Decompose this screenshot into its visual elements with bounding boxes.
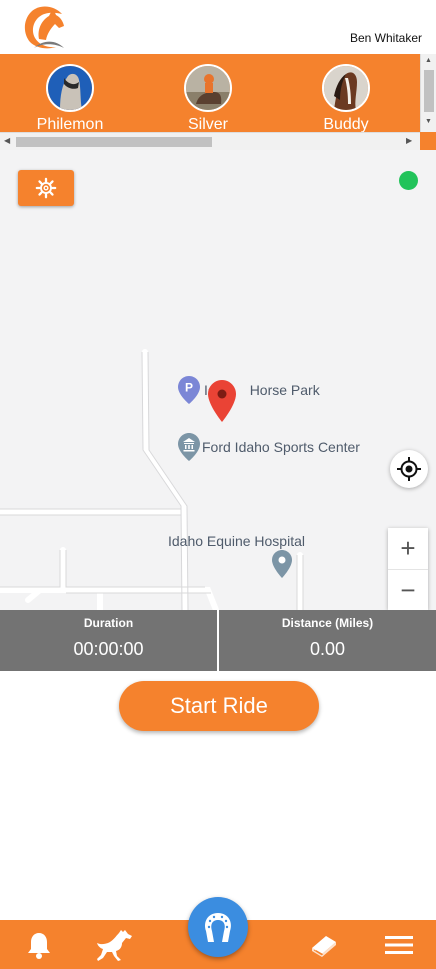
poi-idaho-equine-hospital-label[interactable]: Idaho Equine Hospital [168, 533, 305, 549]
duration-stat: Duration 00:00:00 [0, 610, 217, 671]
poi-label-suffix: Horse Park [249, 382, 320, 398]
scrollbar-thumb[interactable] [424, 70, 434, 112]
nav-logbook[interactable] [309, 928, 339, 962]
parking-icon: P [178, 376, 200, 404]
gear-icon [35, 177, 57, 199]
nav-menu[interactable] [383, 928, 415, 962]
distance-value: 0.00 [309, 639, 346, 659]
horse-item-buddy[interactable]: Buddy [296, 64, 396, 134]
start-ride-button[interactable]: Start Ride [119, 681, 319, 731]
horse-icon [97, 930, 132, 961]
museum-pin-icon [178, 433, 200, 461]
horse-strip-horizontal-scrollbar[interactable]: ◀ ▶ [0, 132, 420, 150]
duration-label: Duration [83, 616, 134, 630]
horse-strip-vertical-scrollbar[interactable]: ▲ ▼ [420, 54, 436, 132]
scroll-left-arrow-icon[interactable]: ◀ [4, 136, 10, 145]
duration-value: 00:00:00 [73, 639, 144, 659]
horse-item-philemon[interactable]: Philemon [20, 64, 120, 134]
zoom-controls: + − [388, 528, 428, 610]
scroll-down-arrow-icon[interactable]: ▼ [425, 118, 432, 125]
ride-stats: Duration 00:00:00 Distance (Miles) 0.00 [0, 610, 436, 671]
my-location-button[interactable] [390, 450, 428, 488]
poi-ford-idaho-sports-center[interactable]: Ford Idaho Sports Center [178, 433, 360, 461]
distance-stat: Distance (Miles) 0.00 [217, 610, 436, 671]
zoom-in-button[interactable]: + [388, 528, 428, 569]
user-name[interactable]: Ben Whitaker [350, 31, 422, 45]
menu-icon [385, 936, 413, 954]
horse-avatar [184, 64, 232, 112]
svg-text:P: P [185, 381, 193, 395]
nav-horses[interactable] [94, 928, 134, 962]
settings-button[interactable] [18, 170, 74, 206]
crosshair-location-icon [397, 457, 421, 481]
zoom-out-button[interactable]: − [388, 569, 428, 610]
horse-avatar [322, 64, 370, 112]
poi-label: Ford Idaho Sports Center [202, 439, 360, 455]
horse-avatar [46, 64, 94, 112]
pin-icon[interactable] [272, 550, 292, 578]
poi-idaho-horse-park[interactable]: P Id Horse Park [178, 376, 320, 404]
horseshoe-center-button[interactable] [188, 897, 248, 957]
scroll-right-arrow-icon[interactable]: ▶ [406, 136, 412, 145]
horse-head-logo-icon[interactable] [22, 4, 66, 50]
scrollbar-thumb[interactable] [16, 137, 212, 147]
scroll-up-arrow-icon[interactable]: ▲ [425, 57, 432, 64]
app-screen: Ben Whitaker Philemon Silver Buddy ▲ ▼ ◀… [0, 0, 436, 969]
connection-status-indicator [399, 171, 418, 190]
distance-label: Distance (Miles) [281, 616, 374, 630]
map-view[interactable]: P Id Horse Park Ford Idaho Sports Center… [0, 150, 436, 610]
book-icon [312, 936, 336, 957]
poi-label: Idaho Equine Hospital [168, 533, 305, 549]
current-location-marker-icon[interactable] [208, 380, 236, 422]
horse-item-silver[interactable]: Silver [158, 64, 258, 134]
nav-notifications[interactable] [24, 928, 54, 962]
header: Ben Whitaker [0, 0, 436, 54]
bell-icon [28, 933, 50, 959]
horseshoe-icon [205, 913, 231, 942]
